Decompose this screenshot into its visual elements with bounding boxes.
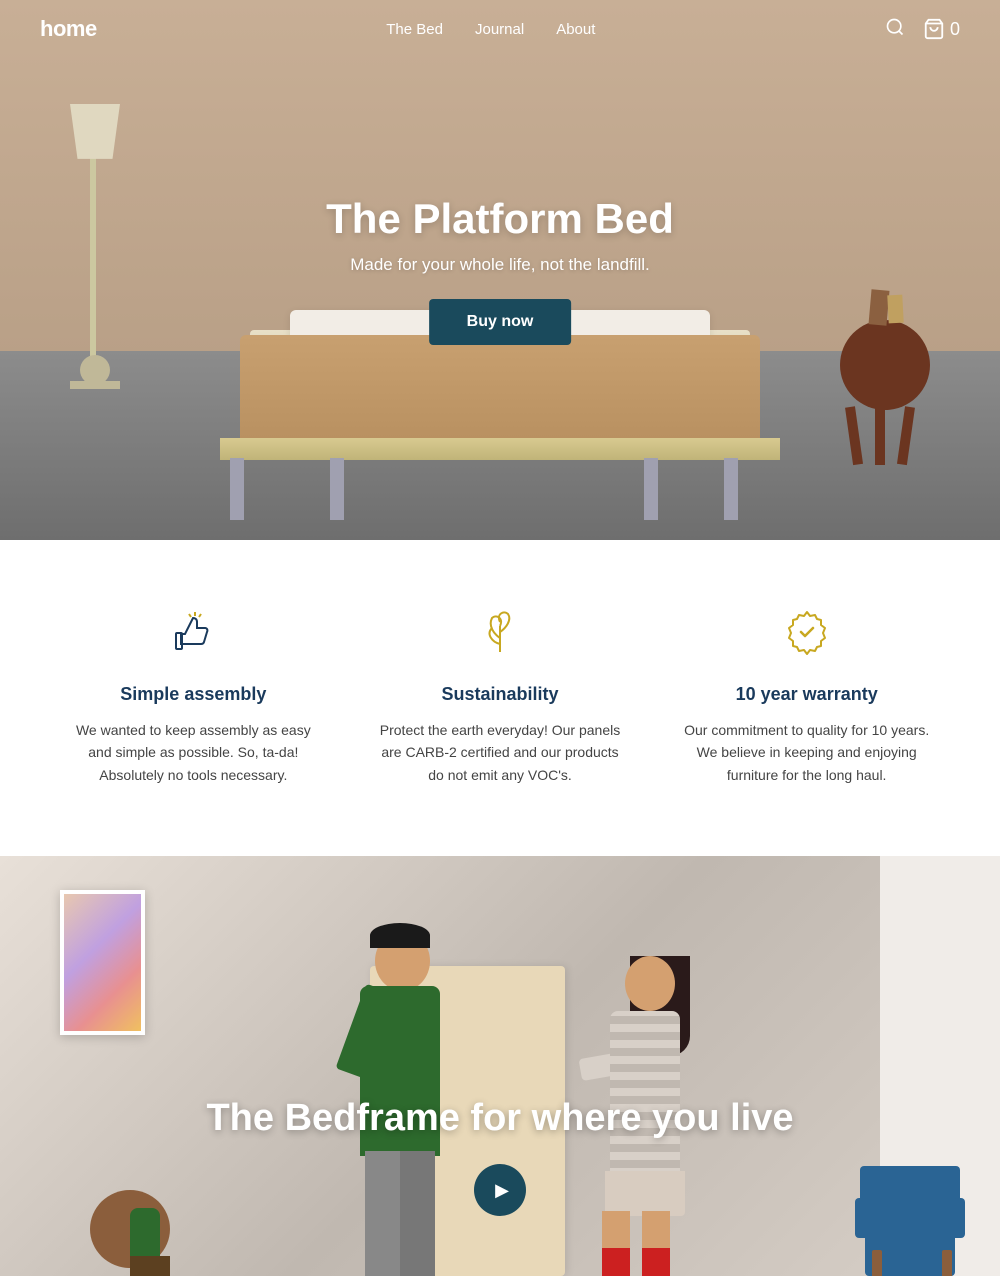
badge-check-icon	[775, 600, 839, 664]
nav-links: The Bed Journal About	[386, 21, 595, 38]
hero-section: The Platform Bed Made for your whole lif…	[0, 0, 1000, 540]
hero-subtitle: Made for your whole life, not the landfi…	[326, 255, 674, 275]
features-section: Simple assembly We wanted to keep assemb…	[0, 540, 1000, 856]
leaf-icon	[468, 600, 532, 664]
cart-icon	[923, 18, 945, 40]
buy-now-button[interactable]: Buy now	[429, 299, 572, 345]
feature-warranty: 10 year warranty Our commitment to quali…	[653, 600, 960, 786]
video-title: The Bedframe for where you live	[0, 1097, 1000, 1140]
nav-link-journal[interactable]: Journal	[475, 21, 524, 38]
thumbs-up-icon	[161, 600, 225, 664]
feature-1-text: We wanted to keep assembly as easy and s…	[70, 719, 317, 786]
cart-button[interactable]: 0	[923, 18, 960, 40]
nav-link-the-bed[interactable]: The Bed	[386, 21, 443, 38]
feature-1-title: Simple assembly	[70, 684, 317, 705]
nav-icons: 0	[885, 17, 960, 42]
nightstand	[840, 320, 930, 410]
video-content: The Bedframe for where you live	[0, 1097, 1000, 1216]
feature-sustainability: Sustainability Protect the earth everyda…	[347, 600, 654, 786]
main-nav: home The Bed Journal About 0	[0, 0, 1000, 58]
wall-art	[60, 890, 145, 1035]
nav-link-about[interactable]: About	[556, 21, 595, 38]
hero-title: The Platform Bed	[326, 195, 674, 243]
site-logo[interactable]: home	[40, 16, 97, 42]
feature-2-text: Protect the earth everyday! Our panels a…	[377, 719, 624, 786]
feature-3-title: 10 year warranty	[683, 684, 930, 705]
hero-content: The Platform Bed Made for your whole lif…	[326, 195, 674, 345]
video-section: The Bedframe for where you live	[0, 856, 1000, 1276]
feature-simple-assembly: Simple assembly We wanted to keep assemb…	[40, 600, 347, 786]
feature-2-title: Sustainability	[377, 684, 624, 705]
plant	[130, 1208, 170, 1276]
search-icon[interactable]	[885, 17, 905, 42]
play-button[interactable]	[474, 1164, 526, 1216]
feature-3-text: Our commitment to quality for 10 years. …	[683, 719, 930, 786]
cart-count: 0	[950, 19, 960, 40]
